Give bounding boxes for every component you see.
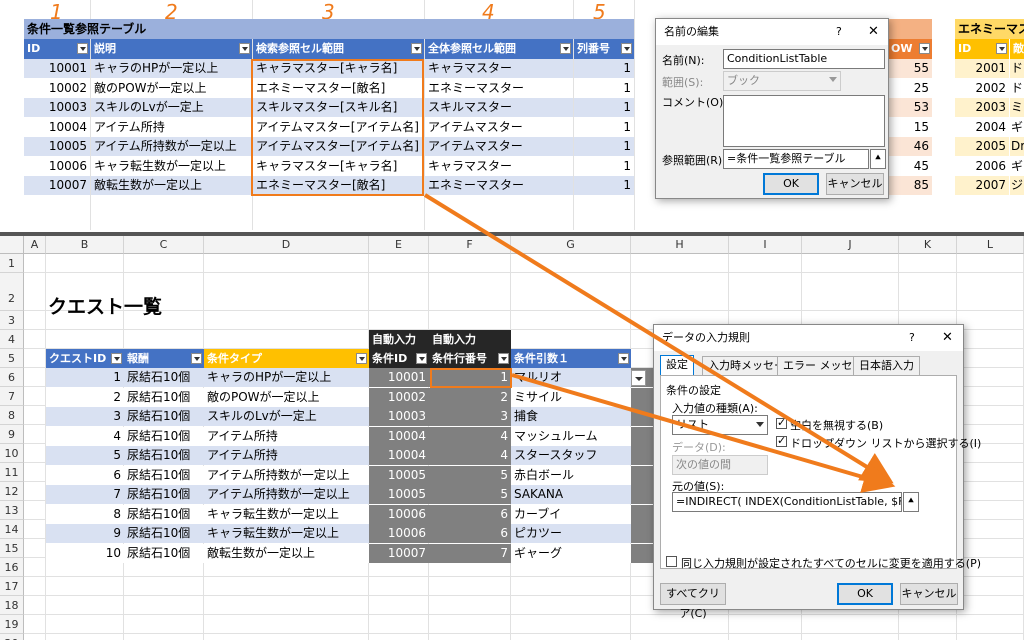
arrow-table-to-formula bbox=[423, 193, 894, 484]
annotation-arrows bbox=[423, 193, 896, 493]
arrow-cell-to-formula bbox=[511, 373, 896, 493]
